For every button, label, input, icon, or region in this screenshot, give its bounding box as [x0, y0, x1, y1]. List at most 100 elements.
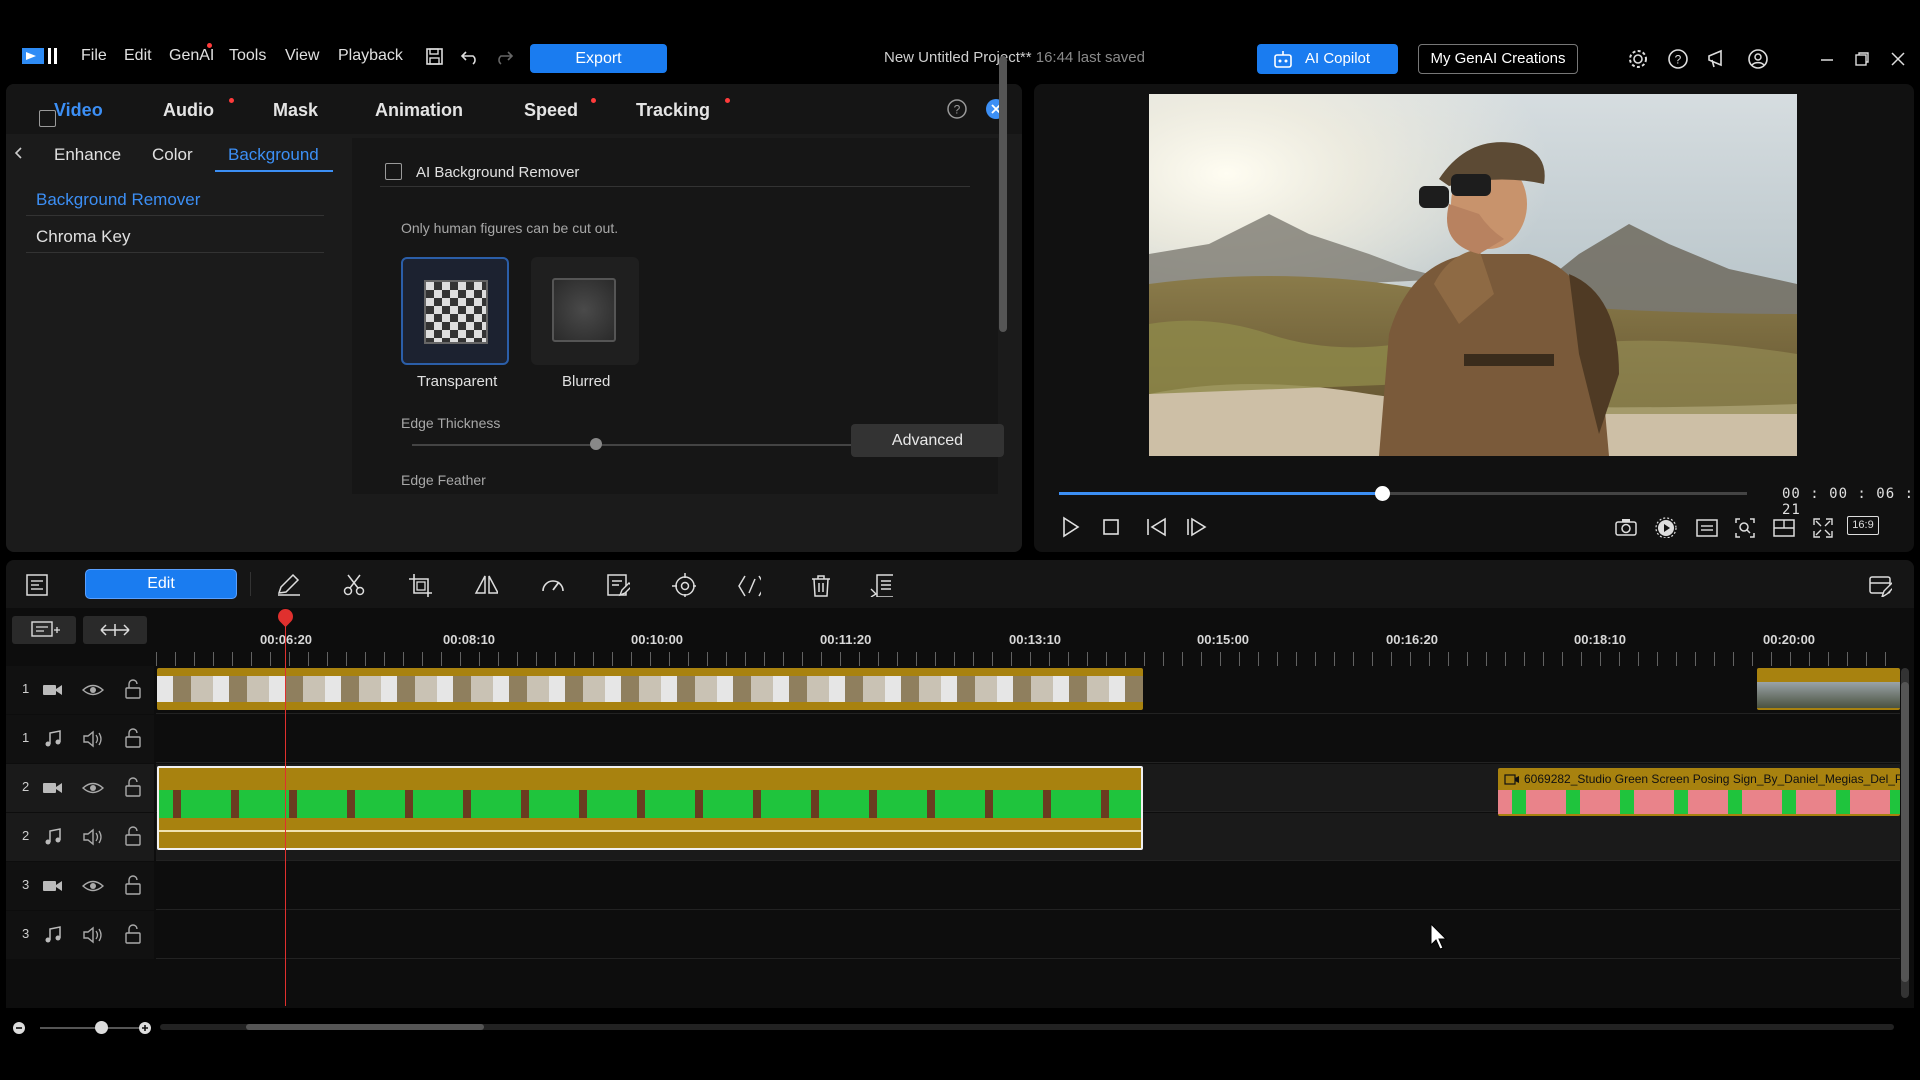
gear-icon[interactable] [1627, 48, 1649, 70]
transparent-option[interactable] [401, 257, 509, 365]
side-item-chroma-key[interactable]: Chroma Key [36, 227, 130, 247]
close-window-icon[interactable] [1890, 51, 1906, 67]
menu-edit[interactable]: Edit [124, 47, 152, 65]
subtab-enhance[interactable]: Enhance [54, 145, 121, 165]
tab-audio[interactable]: Audio [163, 100, 214, 121]
playback-knob[interactable] [1375, 486, 1391, 501]
add-track-button[interactable] [12, 616, 76, 644]
playback-progress [1059, 492, 1383, 495]
panel-help-icon[interactable]: ? [946, 98, 968, 120]
ai-background-remover-checkbox[interactable] [39, 110, 56, 127]
next-frame-icon[interactable] [1185, 517, 1209, 537]
grid-view-icon[interactable] [1772, 518, 1796, 538]
stop-icon[interactable] [1102, 518, 1120, 536]
subtab-color[interactable]: Color [152, 145, 193, 165]
trash-icon[interactable] [809, 573, 833, 597]
subtab-back-icon[interactable] [12, 145, 26, 161]
side-item-background-remover[interactable]: Background Remover [36, 190, 200, 210]
lock-icon[interactable] [124, 728, 142, 748]
eye-icon[interactable] [82, 681, 104, 699]
menu-view[interactable]: View [285, 47, 319, 65]
restore-icon[interactable] [1854, 51, 1870, 67]
help-icon[interactable]: ? [1667, 48, 1689, 70]
time-ruler[interactable]: 00:06:20 00:08:10 00:10:00 00:11:20 00:1… [156, 608, 1900, 666]
speaker-icon[interactable] [82, 926, 104, 944]
more-tools-icon[interactable] [869, 573, 893, 597]
render-preview-icon[interactable] [1655, 516, 1679, 538]
video-clip-green-screen-selected[interactable] [157, 766, 1143, 850]
redo-icon[interactable] [494, 49, 514, 65]
subtitles-icon[interactable] [1695, 518, 1719, 538]
zoom-slider[interactable] [40, 1027, 140, 1029]
ai-background-remover-checkbox-box[interactable] [385, 163, 402, 180]
timeline-vertical-scrollbar[interactable] [1901, 668, 1909, 998]
tab-mask[interactable]: Mask [273, 100, 318, 121]
blurred-option[interactable] [531, 257, 639, 365]
announcement-icon[interactable] [1706, 48, 1730, 70]
snapshot-camera-icon[interactable] [1614, 517, 1638, 537]
speed-gauge-icon[interactable] [540, 573, 564, 597]
video-clip-green-screen-posing[interactable]: 6069282_Studio Green Screen Posing Sign_… [1498, 768, 1900, 816]
aspect-ratio-button[interactable]: 16:9 [1847, 516, 1879, 535]
video-clip-landscape[interactable] [157, 668, 1143, 710]
menu-file[interactable]: File [81, 47, 107, 65]
play-icon[interactable] [1060, 516, 1080, 538]
ai-copilot-label: AI Copilot [1305, 50, 1371, 67]
zoom-preview-icon[interactable] [1734, 517, 1756, 539]
panel-scrollbar[interactable] [999, 56, 1007, 332]
edge-thickness-slider[interactable] [412, 444, 870, 446]
flip-icon[interactable] [474, 573, 498, 597]
eye-icon[interactable] [82, 779, 104, 797]
advanced-button[interactable]: Advanced [851, 424, 1004, 457]
properties-panel: Video Audio Mask Animation Speed Trackin… [6, 84, 1022, 552]
timeline-horizontal-thumb[interactable] [246, 1024, 484, 1030]
account-icon[interactable] [1747, 48, 1769, 70]
video-clip-landscape-2[interactable] [1757, 668, 1900, 710]
lock-icon[interactable] [124, 826, 142, 846]
timeline-horizontal-scrollbar[interactable] [160, 1024, 1894, 1030]
menu-playback[interactable]: Playback [338, 47, 403, 65]
undo-icon[interactable] [460, 49, 480, 65]
keyframe-edit-icon[interactable] [606, 573, 630, 597]
video-track-3[interactable] [156, 862, 1900, 910]
lock-icon[interactable] [124, 679, 142, 699]
subtab-background[interactable]: Background [228, 145, 319, 165]
track-header-audio-3: 3 [6, 911, 154, 959]
fullscreen-icon[interactable] [1812, 517, 1834, 539]
speaker-icon[interactable] [82, 828, 104, 846]
speaker-icon[interactable] [82, 730, 104, 748]
timeline-view-icon[interactable] [25, 573, 49, 597]
crop-icon[interactable] [408, 573, 432, 597]
tab-animation[interactable]: Animation [375, 100, 463, 121]
audio-track-1[interactable] [156, 715, 1900, 763]
zoom-in-icon[interactable] [138, 1021, 152, 1035]
lock-icon[interactable] [124, 924, 142, 944]
tab-tracking[interactable]: Tracking [636, 100, 710, 121]
timeline-vertical-thumb[interactable] [1901, 682, 1909, 982]
eye-icon[interactable] [82, 877, 104, 895]
scissors-icon[interactable] [342, 573, 366, 597]
lock-icon[interactable] [124, 875, 142, 895]
audio-track-3[interactable] [156, 911, 1900, 959]
edge-thickness-knob[interactable] [590, 438, 602, 450]
tab-video[interactable]: Video [54, 100, 103, 121]
tab-speed[interactable]: Speed [524, 100, 578, 121]
pen-edit-icon[interactable] [276, 573, 300, 597]
minimize-icon[interactable] [1819, 52, 1835, 68]
previous-frame-icon[interactable] [1145, 517, 1169, 537]
export-button[interactable]: Export [530, 44, 667, 73]
edit-button[interactable]: Edit [85, 569, 237, 599]
fit-timeline-button[interactable] [83, 616, 147, 644]
zoom-out-icon[interactable] [12, 1021, 26, 1035]
lock-icon[interactable] [124, 777, 142, 797]
playback-scrubber[interactable] [1059, 486, 1747, 501]
tracking-target-icon[interactable] [672, 573, 696, 597]
ai-copilot-button[interactable]: AI Copilot [1257, 44, 1398, 74]
my-genai-creations-button[interactable]: My GenAI Creations [1418, 44, 1578, 74]
save-icon[interactable] [426, 48, 444, 66]
zoom-slider-knob[interactable] [95, 1021, 108, 1034]
menu-tools[interactable]: Tools [229, 47, 266, 65]
customize-toolbar-icon[interactable] [1868, 573, 1892, 597]
transition-icon[interactable] [737, 573, 761, 597]
menu-genai[interactable]: GenAI [169, 47, 214, 65]
